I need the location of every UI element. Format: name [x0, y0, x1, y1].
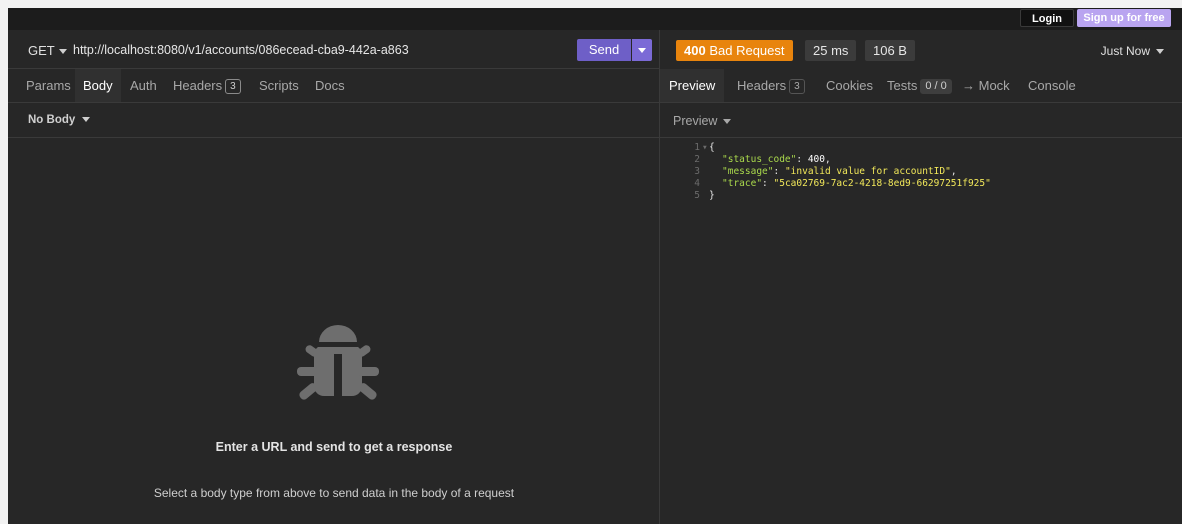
json-number: 400 — [807, 154, 825, 165]
status-text: Bad Request — [709, 43, 785, 58]
line-number: 2 — [694, 154, 700, 165]
status-code: 400 — [684, 43, 706, 58]
tab-docs[interactable]: Docs — [307, 69, 353, 102]
tab-console[interactable]: Console — [1020, 69, 1084, 102]
json-key: "status_code" — [722, 154, 797, 165]
code-line: 3 "message": "invalid value for accountID… — [660, 166, 1160, 178]
headers-count-badge: 3 — [225, 79, 241, 94]
tab-params[interactable]: Params — [18, 69, 79, 102]
method-select[interactable]: GET — [28, 43, 71, 58]
code-line: 2 "status_code": 400, — [660, 154, 1160, 166]
response-headers-count-badge: 3 — [789, 79, 805, 94]
status-badge: 400 Bad Request — [676, 40, 793, 61]
tab-scripts[interactable]: Scripts — [251, 69, 307, 102]
line-number: 1 — [694, 142, 700, 153]
bug-icon — [297, 325, 379, 400]
tab-headers[interactable]: Headers 3 — [165, 69, 249, 102]
json-string: "invalid value for accountID" — [784, 166, 951, 177]
url-bar: GET http://localhost:8080/v1/accounts/08… — [8, 30, 660, 69]
fold-icon[interactable]: ▾ — [702, 142, 708, 154]
response-size-badge: 106 B — [865, 40, 915, 61]
json-key: "message" — [722, 166, 774, 177]
body-type-label: No Body — [28, 114, 76, 126]
code-text: } — [709, 190, 715, 201]
empty-state-title: Enter a URL and send to get a response — [215, 440, 453, 454]
chevron-down-icon — [638, 48, 646, 53]
line-number: 3 — [694, 166, 700, 177]
body-type-select[interactable]: No Body — [28, 114, 94, 126]
line-number: 5 — [694, 190, 700, 201]
url-input[interactable]: http://localhost:8080/v1/accounts/086ece… — [73, 43, 409, 57]
history-label: Just Now — [1100, 44, 1150, 58]
history-select[interactable]: Just Now — [1101, 44, 1168, 58]
request-tabs: Params Body Auth Headers 3 Scripts Docs — [8, 69, 659, 103]
request-pane: GET http://localhost:8080/v1/accounts/08… — [8, 30, 660, 524]
code-line: 4 "trace": "5ca02769-7ac2-4218-8ed9-66297… — [660, 178, 1160, 190]
tab-auth[interactable]: Auth — [122, 69, 165, 102]
tab-body[interactable]: Body — [75, 69, 121, 102]
response-tabs: Preview Headers 3 Cookies Tests 0 / 0 → Mo… — [660, 69, 1182, 103]
body-type-bar: No Body — [8, 103, 659, 138]
code-line: 5} — [660, 190, 1160, 202]
send-options-button[interactable] — [632, 39, 652, 61]
signup-button[interactable]: Sign up for free — [1077, 9, 1171, 27]
tab-response-headers-label: Headers — [737, 78, 787, 93]
chevron-down-icon — [723, 119, 732, 125]
method-label: GET — [28, 43, 55, 58]
chevron-down-icon — [82, 117, 91, 123]
json-string: "5ca02769-7ac2-4218-8ed9-66297251f925" — [773, 178, 991, 189]
tab-tests[interactable]: Tests 0 / 0 — [879, 69, 960, 102]
code-line: 1 ▾{ — [660, 142, 1160, 154]
top-bar: Login Sign up for free — [8, 8, 1182, 30]
preview-mode-bar: Preview — [660, 103, 1182, 138]
tab-tests-label: Tests — [887, 78, 918, 93]
line-number: 4 — [694, 178, 700, 189]
tab-preview[interactable]: Preview — [660, 69, 725, 102]
tab-cookies[interactable]: Cookies — [818, 69, 881, 102]
chevron-down-icon — [1156, 49, 1164, 55]
tests-count-badge: 0 / 0 — [920, 79, 952, 94]
empty-state-subtitle: Select a body type from above to send da… — [153, 486, 515, 500]
response-time-badge: 25 ms — [805, 40, 857, 61]
chevron-down-icon — [58, 49, 67, 55]
tab-mock[interactable]: → Mock — [954, 69, 1018, 102]
app-window: Login Sign up for free GET http://localh… — [8, 8, 1182, 524]
preview-mode-label: Preview — [673, 114, 718, 128]
tab-headers-label: Headers — [173, 78, 223, 93]
send-button[interactable]: Send — [577, 39, 631, 61]
json-key: "trace" — [722, 178, 763, 189]
login-button[interactable]: Login — [1020, 9, 1074, 27]
tab-response-headers[interactable]: Headers 3 — [729, 69, 813, 102]
code-text: { — [709, 142, 715, 153]
preview-mode-select[interactable]: Preview — [673, 114, 735, 128]
response-pane: 400 Bad Request 25 ms 106 B Just Now Pre… — [660, 30, 1182, 524]
